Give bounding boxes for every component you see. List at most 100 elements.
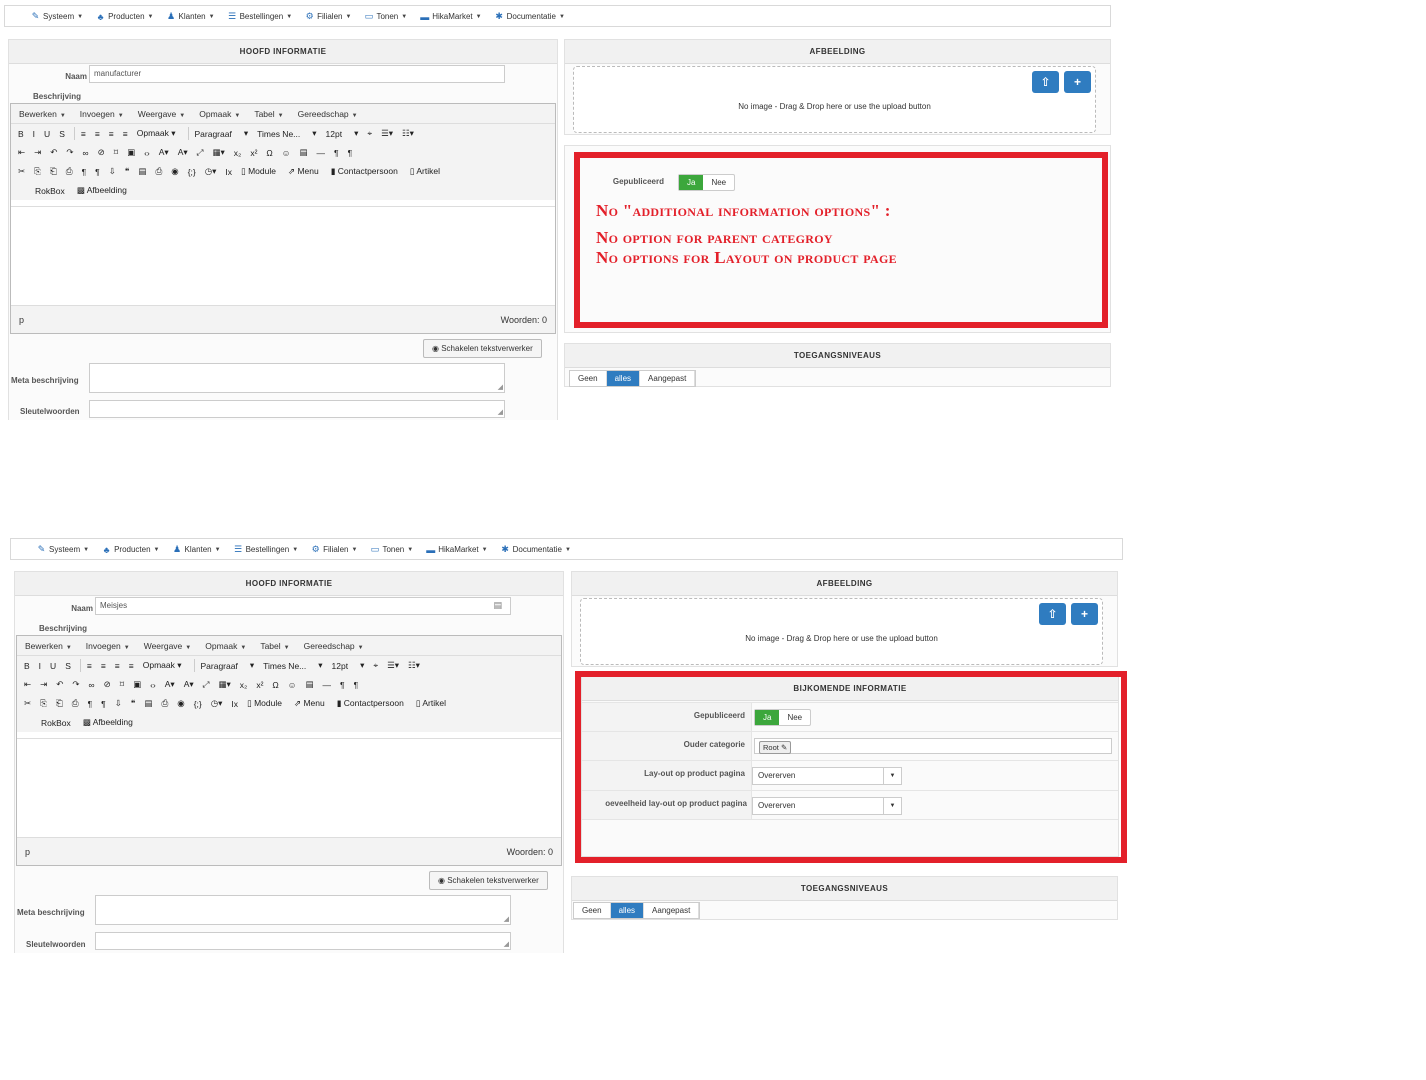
access-option-alles[interactable]: alles: [610, 903, 645, 918]
ltr-icon[interactable]: ¶: [334, 148, 339, 158]
fontsize-select[interactable]: 12pt: [332, 661, 349, 671]
menu-button[interactable]: ⇗ Menu: [294, 698, 325, 709]
rokbox-button[interactable]: RokBox: [41, 718, 71, 728]
visual-blocks-icon[interactable]: ¶: [88, 699, 93, 709]
editor-menu-item[interactable]: Opmaak ▼: [205, 641, 246, 651]
hr-icon[interactable]: —: [317, 148, 326, 158]
visual-blocks-icon[interactable]: ¶: [82, 167, 87, 177]
meta-description-input[interactable]: ◢: [95, 895, 511, 925]
outdent-icon[interactable]: ⇤: [18, 147, 25, 158]
hr-icon[interactable]: —: [323, 680, 332, 690]
media-icon[interactable]: ▤: [305, 679, 313, 690]
italic-icon[interactable]: I: [33, 129, 35, 139]
caret-icon[interactable]: ▾: [354, 128, 358, 139]
editor-menu-item[interactable]: Weergave ▼: [138, 109, 186, 119]
blockquote-icon[interactable]: ❝: [131, 698, 136, 709]
text-color-icon[interactable]: A▾: [165, 679, 175, 690]
clear-format-icon[interactable]: Ix: [231, 699, 238, 709]
clear-format-icon[interactable]: Ix: [225, 167, 232, 177]
underline-icon[interactable]: U: [50, 661, 56, 671]
rokbox-button[interactable]: RokBox: [35, 186, 65, 196]
access-options[interactable]: Geen alles Aangepast: [569, 370, 697, 387]
editor-menu-item[interactable]: Gereedschap ▼: [298, 109, 358, 119]
nav-item-producten[interactable]: ♣ Producten ▼: [96, 12, 154, 22]
access-option-aangepast[interactable]: Aangepast: [644, 903, 700, 918]
table-icon[interactable]: ▦▾: [218, 679, 230, 690]
superscript-icon[interactable]: x²: [250, 148, 257, 158]
paste-text-icon[interactable]: ⎙: [66, 166, 73, 177]
redo-icon[interactable]: ↷: [72, 679, 79, 690]
redo-icon[interactable]: ↷: [66, 147, 73, 158]
access-options[interactable]: Geen alles Aangepast: [573, 902, 701, 919]
italic-icon[interactable]: I: [39, 661, 41, 671]
paste-icon[interactable]: ⎗: [56, 698, 63, 709]
special-char-icon[interactable]: Ω: [272, 680, 278, 690]
editor-menu-item[interactable]: Tabel ▼: [254, 109, 283, 119]
keywords-input[interactable]: ◢: [89, 400, 505, 418]
nav-item-filialen[interactable]: ⚙ Filialen ▼: [311, 544, 358, 555]
align-center-icon[interactable]: ≡: [95, 129, 100, 139]
paragraph-select[interactable]: Paragraaf: [201, 661, 238, 671]
cut-icon[interactable]: ✂: [24, 698, 31, 709]
find-icon[interactable]: ⌖: [373, 660, 378, 671]
text-color-icon[interactable]: A▾: [159, 147, 169, 158]
afbeelding-button[interactable]: ▩ Afbeelding: [77, 185, 127, 196]
link-icon[interactable]: ∞: [89, 680, 95, 690]
format-select[interactable]: Opmaak ▾: [137, 128, 176, 139]
access-option-geen[interactable]: Geen: [574, 903, 611, 918]
table-icon[interactable]: ▦▾: [212, 147, 224, 158]
keywords-input[interactable]: ◢: [95, 932, 511, 950]
nav-item-systeem[interactable]: ✎ Systeem ▼: [31, 11, 83, 22]
anchor-icon[interactable]: ⌑: [114, 147, 118, 158]
indent-icon[interactable]: ⇥: [40, 679, 47, 690]
subscript-icon[interactable]: x₂: [234, 148, 242, 158]
upload-button[interactable]: ⇧: [1039, 603, 1066, 625]
nav-item-hikamarket[interactable]: ▬ HikaMarket ▼: [420, 12, 481, 22]
menu-button[interactable]: ⇗ Menu: [288, 166, 319, 177]
editor-menu-item[interactable]: Invoegen ▼: [80, 109, 124, 119]
font-select[interactable]: Times Ne...: [257, 129, 300, 139]
caret-icon[interactable]: ▾: [312, 128, 316, 139]
access-option-aangepast[interactable]: Aangepast: [640, 371, 696, 386]
article-button[interactable]: ▯ Artikel: [416, 698, 446, 709]
anchor-icon[interactable]: ⌑: [120, 679, 124, 690]
rtl-icon[interactable]: ¶: [348, 148, 353, 158]
bold-icon[interactable]: B: [18, 129, 24, 139]
access-option-alles[interactable]: alles: [606, 371, 641, 386]
editor-menu-item[interactable]: Tabel ▼: [260, 641, 289, 651]
special-char-icon[interactable]: Ω: [266, 148, 272, 158]
toggle-editor-button[interactable]: ◉ Schakelen tekstverwerker: [423, 339, 542, 358]
print-icon[interactable]: ⎙: [161, 698, 168, 709]
fullscreen-icon[interactable]: ⤢: [203, 679, 210, 690]
nav-item-filialen[interactable]: ⚙ Filialen ▼: [305, 11, 352, 22]
nav-item-tonen[interactable]: ▭ Tonen ▼: [364, 11, 408, 22]
format-select[interactable]: Opmaak ▾: [143, 660, 182, 671]
undo-icon[interactable]: ↶: [50, 147, 57, 158]
nav-item-systeem[interactable]: ✎ Systeem ▼: [37, 544, 89, 555]
add-image-button[interactable]: +: [1064, 71, 1091, 93]
bg-color-icon[interactable]: A▾: [184, 679, 194, 690]
resize-handle-icon[interactable]: ◢: [504, 915, 509, 923]
align-center-icon[interactable]: ≡: [101, 661, 106, 671]
blockquote-icon[interactable]: ❝: [125, 166, 130, 177]
paste-text-icon[interactable]: ⎙: [72, 698, 79, 709]
nonbreaking-icon[interactable]: ¶: [95, 167, 100, 177]
contact-button[interactable]: ▮ Contactpersoon: [331, 166, 398, 177]
meta-description-input[interactable]: ◢: [89, 363, 505, 393]
subscript-icon[interactable]: x₂: [240, 680, 248, 690]
copy-icon[interactable]: ⎘: [40, 698, 47, 709]
paragraph-select[interactable]: Paragraaf: [195, 129, 232, 139]
name-input[interactable]: manufacturer: [89, 65, 505, 83]
resize-handle-icon[interactable]: ◢: [498, 408, 503, 416]
emoticon-icon[interactable]: ☺: [288, 680, 297, 690]
editor-content-area[interactable]: [11, 206, 555, 308]
unlink-icon[interactable]: ⊘: [104, 679, 111, 690]
nav-item-documentatie[interactable]: ✱ Documentatie ▼: [501, 544, 571, 555]
ltr-icon[interactable]: ¶: [340, 680, 345, 690]
preview-icon[interactable]: ◉: [177, 698, 184, 709]
unlink-icon[interactable]: ⊘: [98, 147, 105, 158]
strikethrough-icon[interactable]: S: [65, 661, 71, 671]
nonbreaking-icon[interactable]: ¶: [101, 699, 106, 709]
preview-icon[interactable]: ◉: [171, 166, 178, 177]
copy-icon[interactable]: ⎘: [34, 166, 41, 177]
